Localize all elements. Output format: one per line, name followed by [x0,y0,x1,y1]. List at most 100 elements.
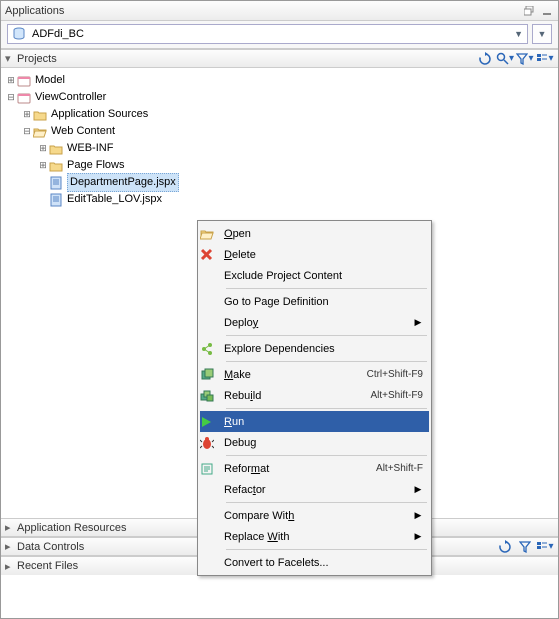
ctx-label: Replace With [224,531,413,543]
submenu-arrow-icon: ▶ [413,317,423,328]
ctx-delete[interactable]: Delete [200,244,429,265]
ctx-debug[interactable]: Debug [200,432,429,453]
refresh-icon[interactable] [496,539,514,555]
jspx-file-icon [49,176,65,190]
database-icon [12,27,28,41]
project-selector-row: ADFdi_BC ▼ ▼ [1,21,558,49]
ctx-refactor[interactable]: Refactor ▶ [200,479,429,500]
tree-label: Web Content [51,123,115,140]
separator [226,408,427,409]
ctx-compare[interactable]: Compare With ▶ [200,505,429,526]
ctx-deploy[interactable]: Deploy ▶ [200,312,429,333]
folder-icon [49,160,65,172]
ctx-label: Refactor [224,484,413,496]
submenu-arrow-icon: ▶ [413,510,423,521]
ctx-exclude[interactable]: Exclude Project Content [200,265,429,286]
collapse-icon[interactable]: ⊟ [21,123,33,140]
ctx-make[interactable]: Make Ctrl+Shift-F9 [200,364,429,385]
collapse-icon[interactable]: ⊟ [5,89,17,106]
separator [226,288,427,289]
separator [226,455,427,456]
run-icon [200,416,224,428]
ctx-page-def[interactable]: Go to Page Definition [200,291,429,312]
options-icon[interactable]: ▾ [536,51,554,67]
expand-icon[interactable]: ⊞ [5,72,17,89]
ctx-label: Delete [224,249,423,261]
ctx-replace[interactable]: Replace With ▶ [200,526,429,547]
tree-node-department-page[interactable]: · DepartmentPage.jspx [37,174,556,191]
tree-node-web-content[interactable]: ⊟ Web Content [21,123,556,140]
tree-node-model[interactable]: ⊞ Model [5,72,556,89]
tree-label: ViewController [35,89,106,106]
projects-toolbar: ▾ ▾ ▾ [476,51,554,67]
ctx-label: Reformat [224,463,376,475]
ctx-label: Compare With [224,510,413,522]
project-selector-text: ADFdi_BC [32,28,84,40]
tree-node-viewcontroller[interactable]: ⊟ ViewController [5,89,556,106]
tree-label: EditTable_LOV.jspx [67,191,162,208]
projects-label: Projects [17,53,476,65]
tree-node-edit-table[interactable]: · EditTable_LOV.jspx [37,191,556,208]
tree-label: WEB-INF [67,140,113,157]
ctx-label: Debug [224,437,423,449]
separator [226,361,427,362]
expand-icon[interactable]: ⊞ [37,140,49,157]
ctx-rebuild[interactable]: Rebuild Alt+Shift-F9 [200,385,429,406]
restore-icon[interactable] [522,4,536,18]
filter-icon[interactable] [516,539,534,555]
separator [226,502,427,503]
tree-node-web-inf[interactable]: ⊞ WEB-INF [37,140,556,157]
ctx-label: Convert to Facelets... [224,557,423,569]
search-icon[interactable]: ▾ [496,51,514,67]
separator [226,335,427,336]
reformat-icon [200,462,224,476]
folder-icon [49,143,65,155]
ctx-explore[interactable]: Explore Dependencies [200,338,429,359]
folder-open-icon [33,126,49,138]
ctx-label: Rebuild [224,390,370,402]
refresh-icon[interactable] [476,51,494,67]
ctx-run[interactable]: Run [200,411,429,432]
ctx-label: Deploy [224,317,413,329]
tree-label: Page Flows [67,157,124,174]
open-icon [200,228,224,240]
minimize-icon[interactable] [540,4,554,18]
expand-icon[interactable]: ⊞ [37,157,49,174]
separator [226,549,427,550]
explore-icon [200,342,224,356]
ctx-reformat[interactable]: Reformat Alt+Shift-F [200,458,429,479]
tree-label: Model [35,72,65,89]
ctx-label: Open [224,228,423,240]
shortcut: Alt+Shift-F9 [370,390,423,401]
tree-node-app-sources[interactable]: ⊞ Application Sources [21,106,556,123]
shortcut: Alt+Shift-F [376,463,423,474]
bug-icon [200,436,224,450]
make-icon [200,368,224,382]
filter-icon[interactable]: ▾ [516,51,534,67]
project-menu-button[interactable]: ▼ [532,24,552,44]
rebuild-icon [200,389,224,403]
tree-node-page-flows[interactable]: ⊞ Page Flows [37,157,556,174]
submenu-arrow-icon: ▶ [413,484,423,495]
project-selector[interactable]: ADFdi_BC ▼ [7,24,528,44]
ctx-label: Explore Dependencies [224,343,423,355]
expand-icon: ▸ [5,560,17,573]
expand-icon: ▸ [5,521,17,534]
ctx-label: Make [224,369,367,381]
ctx-label: Run [224,416,423,428]
tree-label: Application Sources [51,106,148,123]
options-icon[interactable]: ▾ [536,539,554,555]
project-icon [17,91,33,105]
ctx-open[interactable]: Open [200,223,429,244]
chevron-down-icon: ▼ [514,29,523,39]
applications-panel-header: Applications [1,1,558,21]
jspx-file-icon [49,193,65,207]
delete-icon [200,248,224,261]
expand-icon[interactable]: ⊞ [21,106,33,123]
ctx-facelets[interactable]: Convert to Facelets... [200,552,429,573]
project-icon [17,74,33,88]
collapse-icon: ▾ [5,52,17,65]
shortcut: Ctrl+Shift-F9 [367,369,423,380]
projects-section-bar[interactable]: ▾ Projects ▾ ▾ ▾ [1,49,558,68]
context-menu: Open Delete Exclude Project Content Go t… [197,220,432,576]
